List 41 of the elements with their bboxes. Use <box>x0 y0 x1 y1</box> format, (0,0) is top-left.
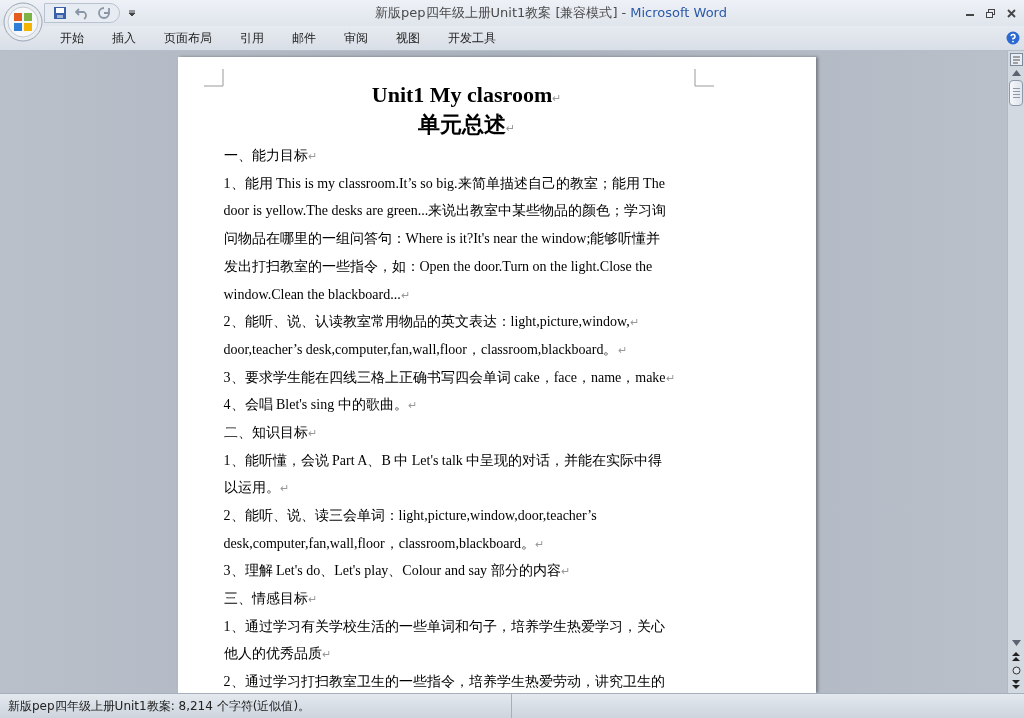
paragraph: 3、理解 Let's do、Let's play、Colour and say 部分的内容↵ <box>223 562 570 581</box>
paragraph: 2、通过学习打扫教室卫生的一些指令，培养学生热爱劳动，讲究卫生的 <box>223 673 665 692</box>
ruler-toggle-icon[interactable] <box>1009 53 1023 66</box>
paragraph: 1、能用 This is my classroom.It’s so big.来简单描述自己的教室；能用 The door is yellow.The desks are green...来说出教室中某些物品的颜色；学习询 问物品在哪里的一组问答句：Where is it?It's near the window;能够听懂并 发出打扫教室的一些指令，如：Open the door.Turn on the light.Close the window.Clean the blackboard...↵ <box>223 174 667 304</box>
paragraph: door,teacher’s desk,computer,fan,wall,floor，classroom,blackboard。↵ <box>223 340 627 359</box>
paragraph: 3、要求学生能在四线三格上正确书写四会单词 cake，face，name，make↵ <box>223 368 675 387</box>
restore-icon[interactable] <box>986 8 995 18</box>
corner-mark <box>693 69 714 87</box>
scroll-down-icon[interactable] <box>1011 640 1021 646</box>
ribbon-tab[interactable]: 开发工具 <box>434 27 510 49</box>
previous-page-icon[interactable] <box>1012 652 1020 661</box>
browse-object-icon[interactable] <box>1011 666 1021 675</box>
close-icon[interactable] <box>1007 8 1016 18</box>
paragraph: 一、能力目标↵ <box>223 147 317 165</box>
paragraph: 1、能听懂，会说 Part A、B 中 Let's talk 中呈现的对话，并能在实际中得 以运用。↵ <box>223 451 663 498</box>
ribbon-tab[interactable]: 视图 <box>382 27 434 49</box>
title-separator: - <box>621 4 627 23</box>
ribbon-tab[interactable]: 邮件 <box>278 27 330 49</box>
customize-dropdown-icon[interactable] <box>128 9 136 17</box>
corner-mark <box>203 69 224 87</box>
paragraph: 4、会唱 Blet's sing 中的歌曲。↵ <box>223 396 417 415</box>
paragraph: 2、能听、说、读三会单词：light,picture,window,door,teacher’s desk,computer,fan,wall,floor，classroom,blackboard。↵ <box>223 507 597 553</box>
ribbon-tab[interactable]: 页面布局 <box>150 27 226 49</box>
next-page-icon[interactable] <box>1012 680 1020 689</box>
ribbon-tab[interactable]: 审阅 <box>330 27 382 49</box>
ribbon-tab[interactable]: 插入 <box>98 27 150 49</box>
help-icon[interactable] <box>1006 31 1020 45</box>
scroll-up-icon[interactable] <box>1011 70 1021 76</box>
ribbon-tab[interactable]: 开始 <box>46 27 98 49</box>
window-title: 新版pep四年级上册Unit1教案 [兼容模式] <box>375 4 618 23</box>
paragraph: 三、情感目标↵ <box>223 590 317 609</box>
save-icon[interactable] <box>53 6 67 20</box>
status-text: 新版pep四年级上册Unit1教案: 8,214 个字符(近似值)。 <box>8 698 311 715</box>
paragraph: 1、通过学习有关学校生活的一些单词和句子，培养学生热爱学习，关心 他人的优秀品质↵ <box>223 617 665 664</box>
app-name: Microsoft Word <box>630 4 727 23</box>
document-subtitle: 单元总述↵ <box>417 112 516 139</box>
paragraph: 二、知识目标↵ <box>223 423 317 442</box>
ribbon-tab[interactable]: 引用 <box>226 27 278 49</box>
paragraph: 2、能听、说、认读教室常用物品的英文表达：light,picture,window,↵ <box>223 313 639 332</box>
document-title: Unit1 My clasroom↵ <box>371 81 562 109</box>
scrollbar-thumb[interactable] <box>1009 80 1023 106</box>
